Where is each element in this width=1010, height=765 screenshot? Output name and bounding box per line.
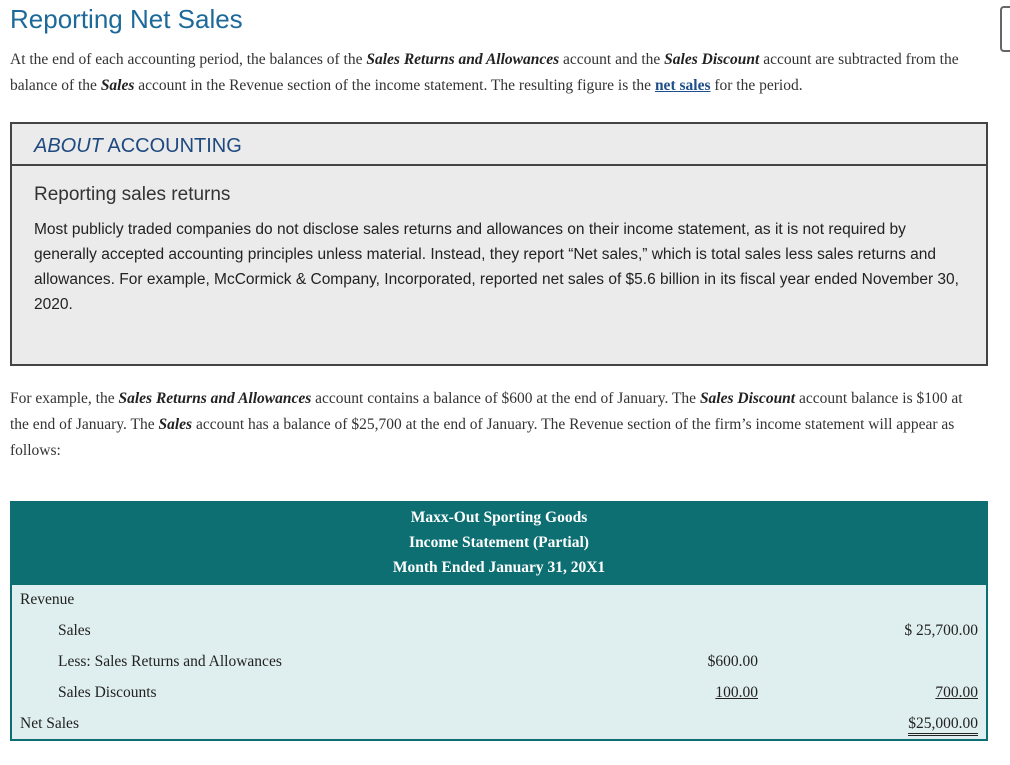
net-sales-amount: $25,000.00 [908,715,978,736]
deductions-total: 700.00 [935,684,978,701]
sales-amount: $ 25,700.00 [904,622,978,639]
side-panel-tab[interactable] [1000,6,1010,52]
net-sales-link[interactable]: net sales [655,77,711,94]
page-title: Reporting Net Sales [10,4,243,34]
about-subtitle: Reporting sales returns [34,184,231,205]
net-sales-label: Net Sales [20,715,79,732]
discounts-label: Sales Discounts [58,684,157,701]
statement-header: Maxx-Out Sporting Goods Income Statement… [12,503,986,585]
company-name: Maxx-Out Sporting Goods [410,509,588,526]
sales-label: Sales [58,622,91,639]
revenue-label: Revenue [20,591,75,608]
statement-name: Income Statement (Partial) [409,534,589,551]
about-body: Most publicly traded companies do not di… [34,221,959,313]
discounts-amount: 100.00 [715,684,758,701]
example-paragraph: For example, the Sales Returns and Allow… [10,390,963,459]
income-statement-table: Maxx-Out Sporting Goods Income Statement… [10,501,988,741]
intro-paragraph: At the end of each accounting period, th… [10,51,959,94]
returns-amount: $600.00 [707,653,758,670]
returns-label: Less: Sales Returns and Allowances [58,653,282,670]
about-accounting-box: ABOUT ACCOUNTING Reporting sales returns… [10,122,988,366]
about-accounting-header: ABOUT ACCOUNTING [12,124,986,166]
statement-period: Month Ended January 31, 20X1 [392,559,606,576]
